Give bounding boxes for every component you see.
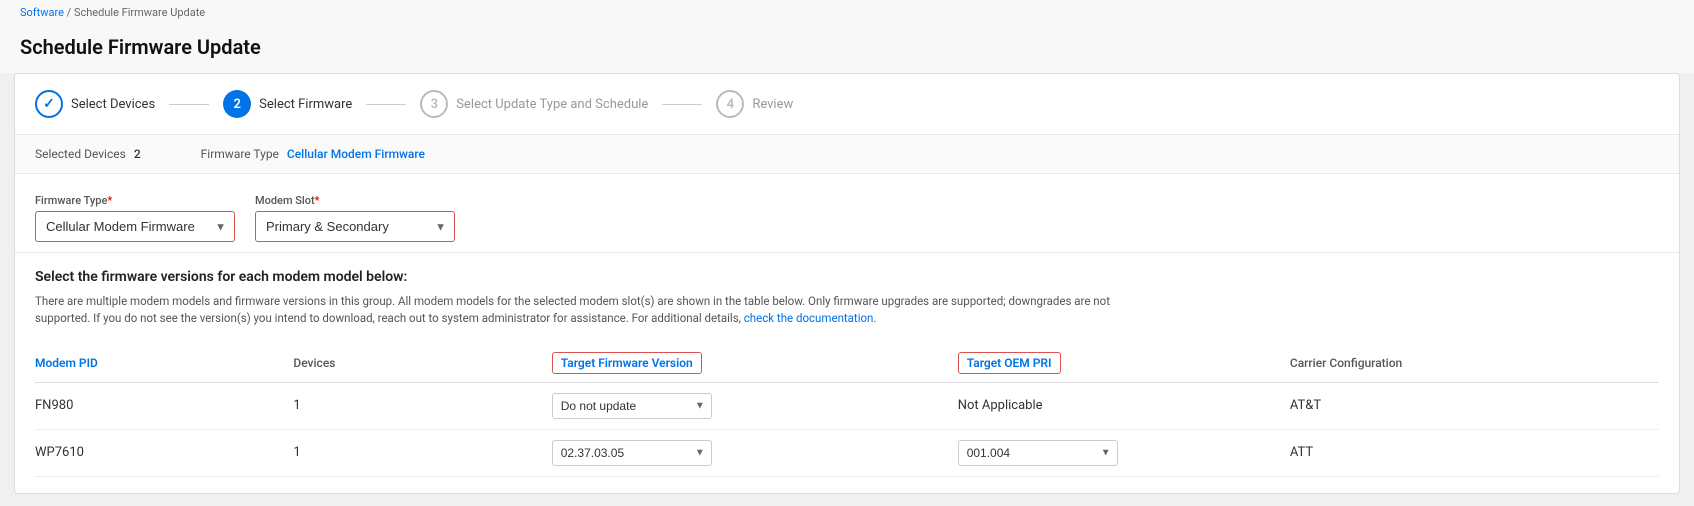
step1-checkmark-icon: ✓ bbox=[43, 96, 55, 112]
step-sep-3 bbox=[662, 104, 702, 105]
row1-firmware-select[interactable]: Do not update 02.37.03.05 bbox=[553, 394, 711, 418]
step-sep-2 bbox=[366, 104, 406, 105]
row2-firmware-select-wrapper: Do not update 02.37.03.05 ▼ bbox=[552, 440, 712, 466]
row2-devices: 1 bbox=[293, 429, 551, 476]
col-header-modem-pid: Modem PID bbox=[35, 344, 293, 383]
row2-firmware-select[interactable]: Do not update 02.37.03.05 bbox=[553, 441, 711, 465]
documentation-link[interactable]: check the documentation bbox=[744, 311, 874, 325]
row2-firmware-cell: Do not update 02.37.03.05 ▼ bbox=[552, 429, 958, 476]
target-firmware-header-box: Target Firmware Version bbox=[552, 352, 702, 374]
page-title: Schedule Firmware Update bbox=[0, 25, 1694, 73]
step1-label: Select Devices bbox=[71, 97, 155, 112]
versions-heading: Select the firmware versions for each mo… bbox=[35, 269, 1659, 285]
row2-carrier: ATT bbox=[1290, 429, 1659, 476]
selected-devices-info: Selected Devices 2 bbox=[35, 147, 141, 161]
row1-firmware-select-wrapper: Do not update 02.37.03.05 ▼ bbox=[552, 393, 712, 419]
col-header-target-firmware: Target Firmware Version bbox=[552, 344, 958, 383]
breadcrumb: Software / Schedule Firmware Update bbox=[0, 0, 1694, 25]
steps-bar: ✓ Select Devices 2 Select Firmware 3 Sel… bbox=[15, 74, 1679, 135]
breadcrumb-current: Schedule Firmware Update bbox=[74, 6, 205, 19]
step-select-firmware: 2 Select Firmware bbox=[223, 90, 352, 118]
info-bar: Selected Devices 2 Firmware Type Cellula… bbox=[15, 135, 1679, 174]
target-oem-header-box: Target OEM PRI bbox=[958, 352, 1061, 374]
col-header-target-oem: Target OEM PRI bbox=[958, 344, 1290, 383]
firmware-type-value: Cellular Modem Firmware bbox=[287, 147, 425, 161]
firmware-type-select[interactable]: Cellular Modem Firmware Router Firmware bbox=[36, 212, 234, 241]
modem-slot-select[interactable]: Primary & Secondary Primary Secondary bbox=[256, 212, 454, 241]
step4-circle: 4 bbox=[716, 90, 744, 118]
row2-oem-select-wrapper: 001.004 001.003 ▼ bbox=[958, 440, 1118, 466]
row2-oem-select[interactable]: 001.004 001.003 bbox=[959, 441, 1117, 465]
firmware-type-info: Firmware Type Cellular Modem Firmware bbox=[201, 147, 425, 161]
col-header-devices: Devices bbox=[293, 344, 551, 383]
row2-modem-pid: WP7610 bbox=[35, 429, 293, 476]
selected-devices-value: 2 bbox=[134, 147, 141, 161]
step-select-devices: ✓ Select Devices bbox=[35, 90, 155, 118]
modem-slot-field: Modem Slot* Primary & Secondary Primary … bbox=[255, 194, 455, 242]
modem-slot-label-field: Modem Slot* bbox=[255, 194, 455, 207]
step2-circle: 2 bbox=[223, 90, 251, 118]
versions-section: Select the firmware versions for each mo… bbox=[15, 253, 1679, 493]
step2-label: Select Firmware bbox=[259, 97, 352, 112]
main-container: ✓ Select Devices 2 Select Firmware 3 Sel… bbox=[14, 73, 1680, 494]
step4-number: 4 bbox=[727, 97, 734, 112]
row1-modem-pid: FN980 bbox=[35, 382, 293, 429]
selected-devices-label: Selected Devices bbox=[35, 147, 126, 161]
step3-number: 3 bbox=[431, 97, 438, 112]
breadcrumb-software[interactable]: Software bbox=[20, 6, 64, 19]
col-header-carrier: Carrier Configuration bbox=[1290, 344, 1659, 383]
firmware-type-label-field: Firmware Type* bbox=[35, 194, 235, 207]
row1-oem-static: Not Applicable bbox=[958, 398, 1043, 413]
row1-carrier: AT&T bbox=[1290, 382, 1659, 429]
firmware-table: Modem PID Devices Target Firmware Versio… bbox=[35, 344, 1659, 477]
table-row: FN980 1 Do not update 02.37.03.05 ▼ Not … bbox=[35, 382, 1659, 429]
row1-oem-cell: Not Applicable bbox=[958, 382, 1290, 429]
step3-label: Select Update Type and Schedule bbox=[456, 97, 648, 112]
versions-note: There are multiple modem models and firm… bbox=[35, 293, 1135, 328]
firmware-type-label: Firmware Type bbox=[201, 147, 279, 161]
step3-circle: 3 bbox=[420, 90, 448, 118]
step4-label: Review bbox=[752, 97, 793, 112]
step-select-update: 3 Select Update Type and Schedule bbox=[420, 90, 648, 118]
step-review: 4 Review bbox=[716, 90, 793, 118]
step-sep-1 bbox=[169, 104, 209, 105]
step1-circle: ✓ bbox=[35, 90, 63, 118]
firmware-type-field: Firmware Type* Cellular Modem Firmware R… bbox=[35, 194, 235, 242]
table-row: WP7610 1 Do not update 02.37.03.05 ▼ bbox=[35, 429, 1659, 476]
form-section: Firmware Type* Cellular Modem Firmware R… bbox=[15, 174, 1679, 253]
row1-firmware-cell: Do not update 02.37.03.05 ▼ bbox=[552, 382, 958, 429]
row2-oem-cell: 001.004 001.003 ▼ bbox=[958, 429, 1290, 476]
row1-devices: 1 bbox=[293, 382, 551, 429]
firmware-type-select-wrapper: Cellular Modem Firmware Router Firmware … bbox=[35, 211, 235, 242]
step2-number: 2 bbox=[233, 97, 240, 112]
modem-slot-select-wrapper: Primary & Secondary Primary Secondary ▼ bbox=[255, 211, 455, 242]
